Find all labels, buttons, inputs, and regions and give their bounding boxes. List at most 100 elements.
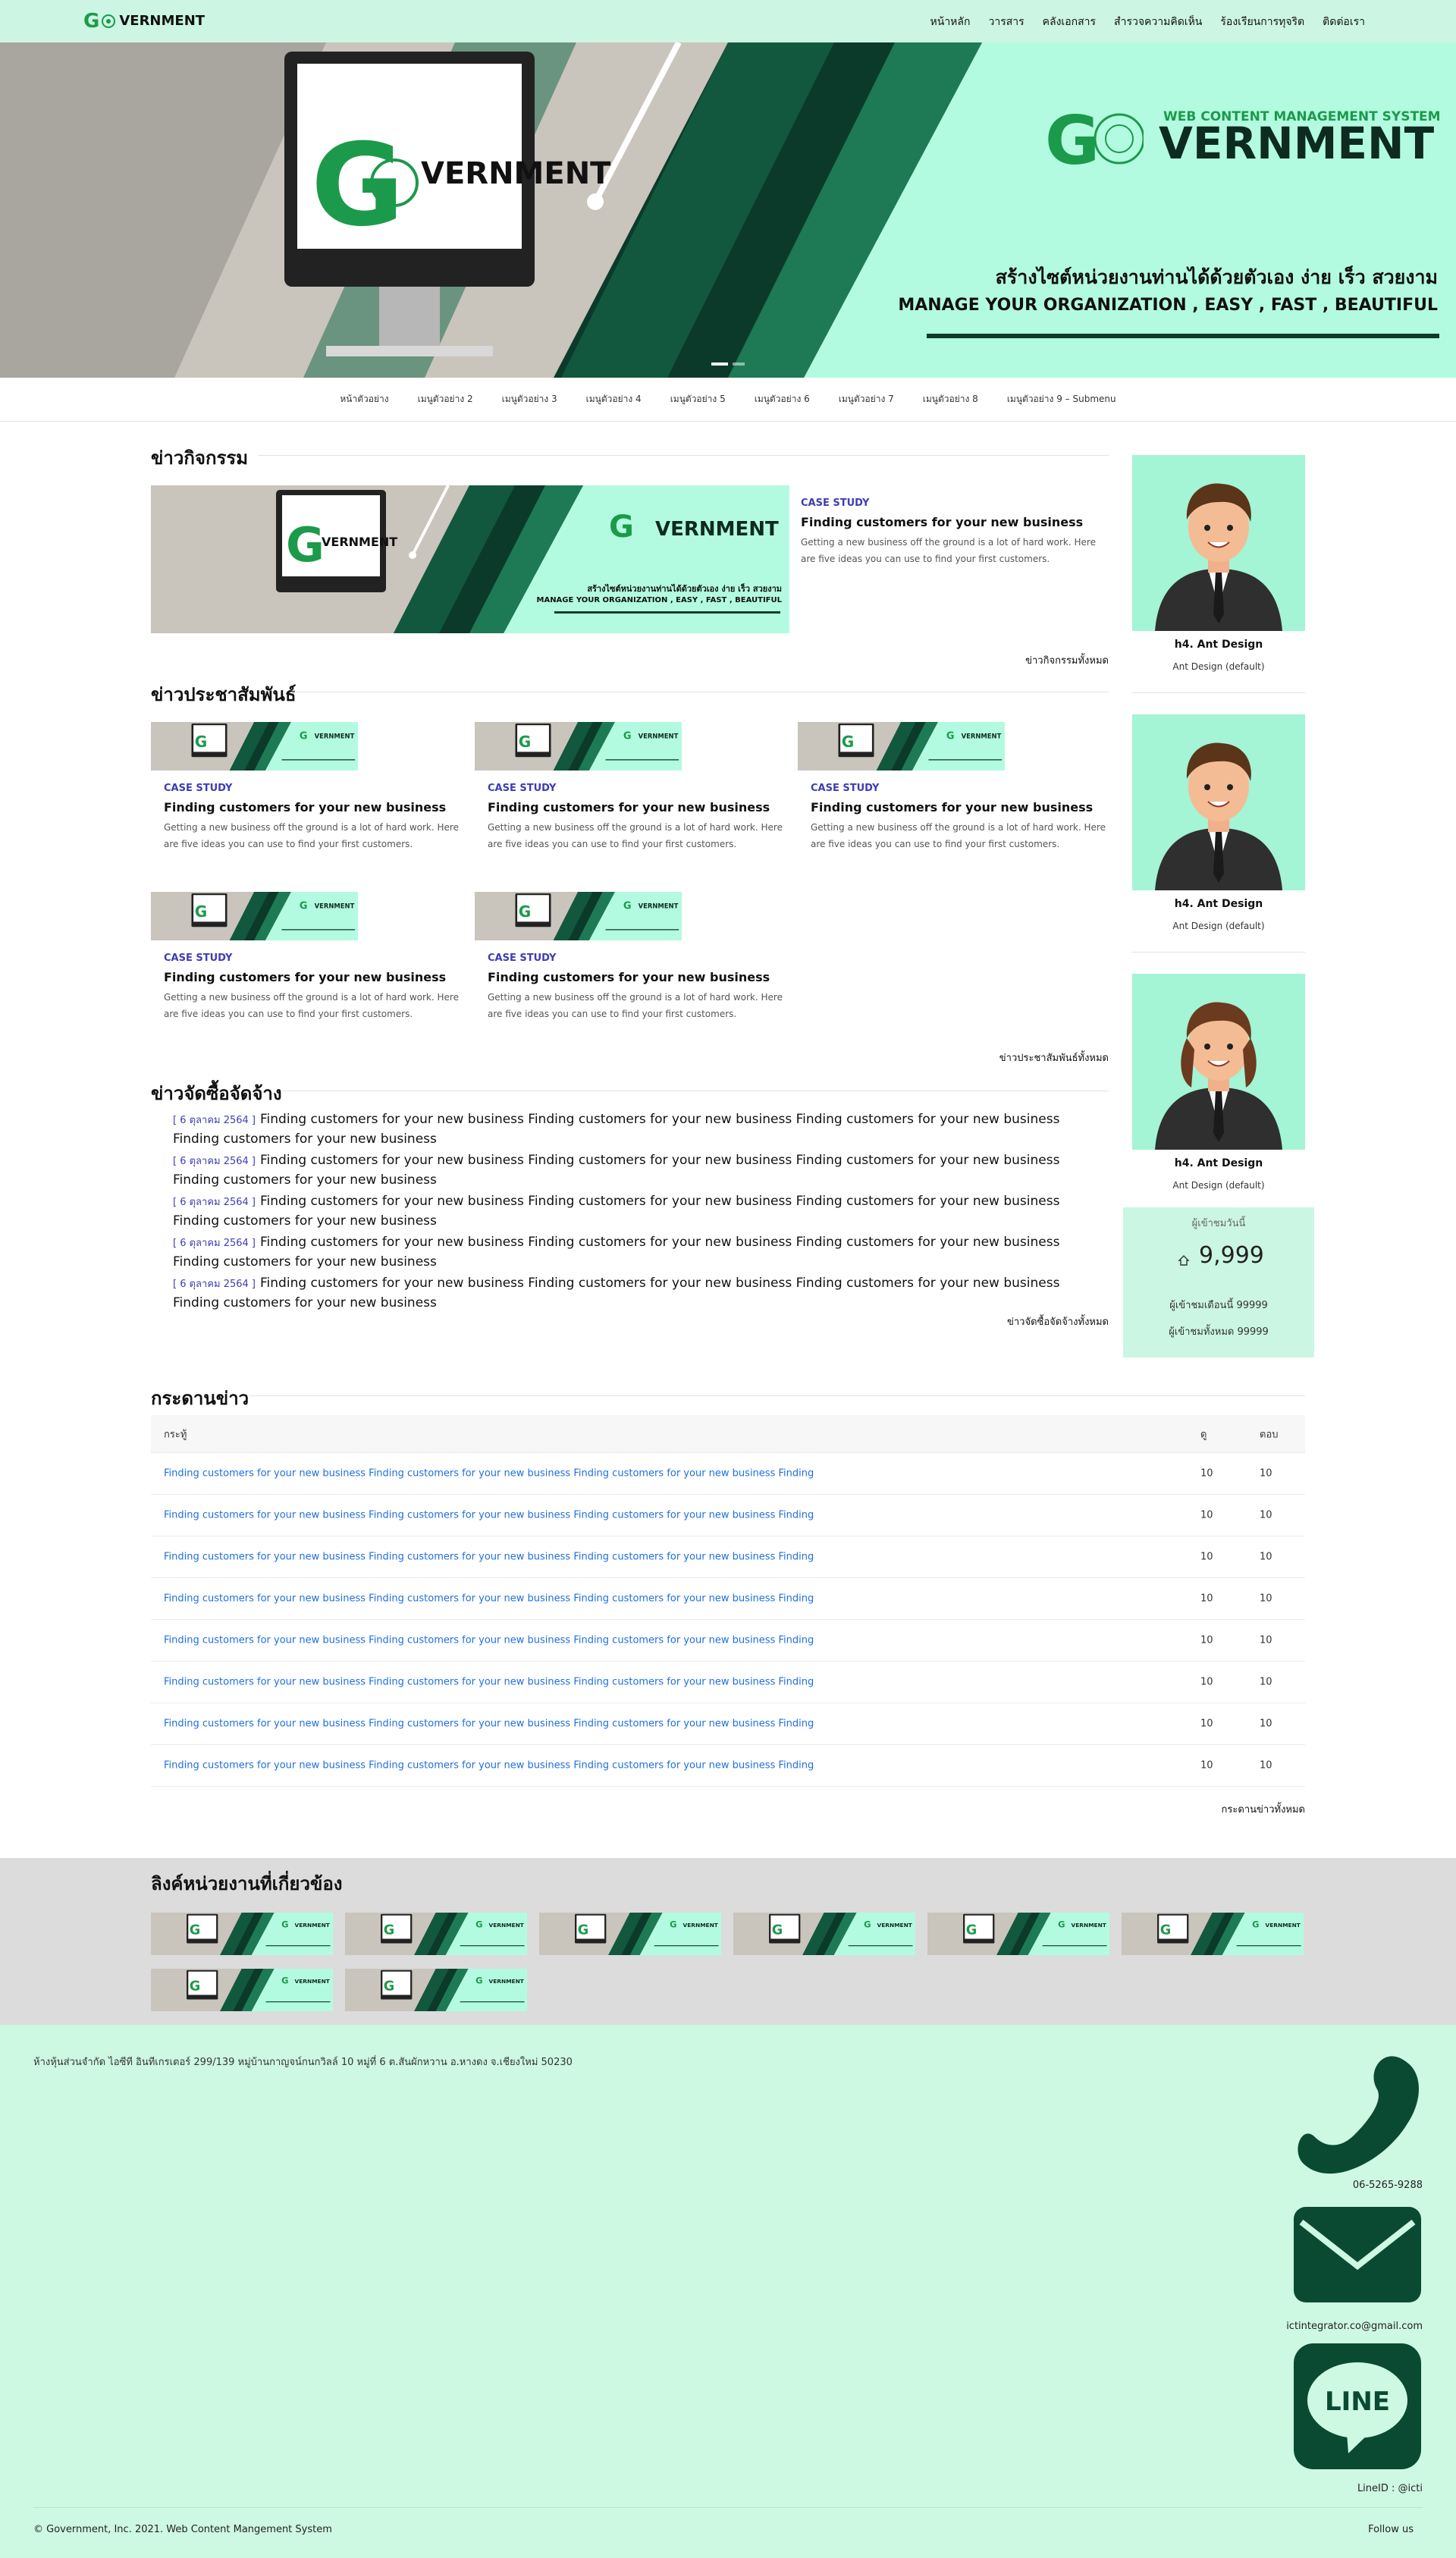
nav-survey[interactable]: สำรวจความคิดเห็น (1114, 14, 1202, 30)
table-row[interactable]: Finding customers for your new business … (151, 1620, 1305, 1662)
topic-link[interactable]: Finding customers for your new business … (164, 1677, 814, 1688)
procurement-text[interactable]: Finding customers for your new business … (173, 1112, 1059, 1147)
card-heading[interactable]: Finding customers for your new business (488, 970, 787, 984)
related-link-banner[interactable]: G G VERNMENT (151, 1969, 333, 2011)
subnav-item-5[interactable]: เมนูตัวอย่าง 5 (670, 392, 726, 406)
procurement-item[interactable]: [ 6 ตุลาคม 2564 ] Finding customers for y… (173, 1151, 1098, 1190)
subnav-item-1[interactable]: หน้าตัวอย่าง (340, 392, 388, 406)
subnav-item-8[interactable]: เมนูตัวอย่าง 8 (923, 392, 978, 406)
table-header: กระทู้ ดู ตอบ (151, 1415, 1305, 1453)
topic-link[interactable]: Finding customers for your new business … (164, 1468, 814, 1480)
table-row[interactable]: Finding customers for your new business … (151, 1703, 1305, 1745)
line-icon[interactable]: LINE (1294, 2343, 1421, 2469)
topic-link[interactable]: Finding customers for your new business … (164, 1510, 814, 1521)
card-heading[interactable]: Finding customers for your new business (164, 800, 463, 814)
svg-text:G: G (623, 900, 632, 912)
activity-image[interactable]: G VERNMENT G VERNMENT สร้างไซต์หน่วยงานท… (151, 485, 789, 633)
related-link-banner[interactable]: G G VERNMENT (733, 1913, 915, 1955)
hero-banner[interactable]: G VERNMENT G WEB CONTENT MANAGEMENT SYST… (0, 42, 1456, 378)
footer-line[interactable]: LineID : @icti (1357, 2483, 1423, 2494)
card-body: Getting a new business off the ground is… (801, 537, 1096, 564)
nav-complaint[interactable]: ร้องเรียนการทุจริต (1220, 14, 1304, 30)
procurement-more-link[interactable]: ข่าวจัดซื้อจัดจ้างทั้งหมด (957, 1314, 1109, 1329)
procurement-item[interactable]: [ 6 ตุลาคม 2564 ] Finding customers for y… (173, 1110, 1098, 1149)
case-label: CASE STUDY (164, 783, 233, 794)
reply-count: 10 (1260, 1634, 1272, 1646)
table-row[interactable]: Finding customers for your new business … (151, 1745, 1305, 1787)
related-link-banner[interactable]: G G VERNMENT (1122, 1913, 1304, 1955)
reply-count: 10 (1260, 1509, 1272, 1521)
footer-divider (33, 2507, 1423, 2508)
pr-card-image[interactable]: G G VERNMENT (475, 722, 682, 771)
nav-contact[interactable]: ติดต่อเรา (1323, 14, 1365, 30)
related-link-banner[interactable]: G G VERNMENT (345, 1969, 527, 2011)
subnav-item-7[interactable]: เมนูตัวอย่าง 7 (839, 392, 894, 406)
table-row[interactable]: Finding customers for your new business … (151, 1495, 1305, 1536)
procurement-text[interactable]: Finding customers for your new business … (173, 1276, 1059, 1310)
pr-card-image[interactable]: G G VERNMENT (151, 722, 358, 771)
site-logo[interactable]: G VERNMENT (83, 10, 205, 33)
topic-link[interactable]: Finding customers for your new business … (164, 1593, 814, 1605)
table-row[interactable]: Finding customers for your new business … (151, 1536, 1305, 1578)
subnav-item-6[interactable]: เมนูตัวอย่าง 6 (755, 392, 810, 406)
carousel-dot-2[interactable] (733, 363, 745, 366)
procurement-item[interactable]: [ 6 ตุลาคม 2564 ] Finding customers for y… (173, 1192, 1098, 1231)
profile-photo[interactable] (1132, 974, 1305, 1150)
nav-documents[interactable]: คลังเอกสาร (1043, 14, 1096, 30)
subnav-item-9[interactable]: เมนูตัวอย่าง 9 – Submenu (1007, 392, 1116, 406)
carousel-dot-1[interactable] (711, 363, 728, 366)
card-heading[interactable]: Finding customers for your new business (811, 800, 1110, 814)
profile-photo[interactable] (1132, 455, 1305, 631)
pr-card-image[interactable]: G G VERNMENT (151, 892, 358, 940)
banner-thumb-image: G G VERNMENT (475, 722, 682, 771)
subnav-item-4[interactable]: เมนูตัวอย่าง 4 (586, 392, 642, 406)
col-views[interactable]: ดู (1200, 1426, 1207, 1442)
case-label: CASE STUDY (811, 783, 880, 794)
monitor-logo-text: VERNMENT (421, 156, 611, 191)
case-label: CASE STUDY (488, 953, 557, 964)
procurement-text[interactable]: Finding customers for your new business … (173, 1235, 1059, 1270)
activities-more-link[interactable]: ข่าวกิจกรรมทั้งหมด (957, 652, 1109, 668)
related-link-banner[interactable]: G G VERNMENT (927, 1913, 1109, 1955)
related-link-banner[interactable]: G G VERNMENT (539, 1913, 721, 1955)
subnav-item-3[interactable]: เมนูตัวอย่าง 3 (502, 392, 557, 406)
topic-link[interactable]: Finding customers for your new business … (164, 1635, 814, 1646)
envelope-icon (1299, 2219, 1416, 2271)
nav-journal[interactable]: วารสาร (988, 14, 1024, 30)
procurement-text[interactable]: Finding customers for your new business … (173, 1194, 1059, 1229)
table-row[interactable]: Finding customers for your new business … (151, 1453, 1305, 1495)
svg-text:VERNMENT: VERNMENT (655, 518, 779, 541)
view-count: 10 (1200, 1509, 1213, 1521)
topic-link[interactable]: Finding customers for your new business … (164, 1552, 814, 1563)
hero-tagline-th: สร้างไซต์หน่วยงานท่านได้ด้วยตัวเอง ง่าย … (995, 266, 1438, 288)
email-icon[interactable] (1294, 2207, 1421, 2302)
pr-card-image[interactable]: G G VERNMENT (475, 892, 682, 940)
procurement-text[interactable]: Finding customers for your new business … (173, 1153, 1059, 1188)
card-heading[interactable]: Finding customers for your new business (801, 515, 1097, 529)
card-heading[interactable]: Finding customers for your new business (488, 800, 787, 814)
related-link-banner[interactable]: G G VERNMENT (345, 1913, 527, 1955)
footer-follow[interactable]: Follow us (1368, 2524, 1414, 2535)
col-topic[interactable]: กระทู้ (164, 1426, 187, 1442)
subnav-item-2[interactable]: เมนูตัวอย่าง 2 (418, 392, 473, 406)
card-heading[interactable]: Finding customers for your new business (164, 970, 463, 984)
sub-nav: หน้าตัวอย่าง เมนูตัวอย่าง 2 เมนูตัวอย่าง… (0, 378, 1456, 422)
phone-icon[interactable] (1294, 2048, 1421, 2175)
pr-card-image[interactable]: G G VERNMENT (798, 722, 1005, 771)
topic-link[interactable]: Finding customers for your new business … (164, 1760, 814, 1772)
profile-photo[interactable] (1132, 714, 1305, 890)
table-row[interactable]: Finding customers for your new business … (151, 1578, 1305, 1620)
svg-text:G: G (519, 733, 532, 751)
related-link-banner[interactable]: G G VERNMENT (151, 1913, 333, 1955)
table-row[interactable]: Finding customers for your new business … (151, 1662, 1305, 1703)
procurement-item[interactable]: [ 6 ตุลาคม 2564 ] Finding customers for y… (173, 1274, 1098, 1313)
footer-phone[interactable]: 06-5265-9288 (1353, 2180, 1423, 2191)
board-more-link[interactable]: กระดานข่าวทั้งหมด (1153, 1801, 1305, 1817)
footer-email[interactable]: ictintegrator.co@gmail.com (1286, 2321, 1423, 2332)
procurement-item[interactable]: [ 6 ตุลาคม 2564 ] Finding customers for y… (173, 1233, 1098, 1272)
topic-link[interactable]: Finding customers for your new business … (164, 1718, 814, 1730)
col-replies[interactable]: ตอบ (1260, 1426, 1279, 1442)
nav-home[interactable]: หน้าหลัก (930, 14, 971, 30)
pr-more-link[interactable]: ข่าวประชาสัมพันธ์ทั้งหมด (957, 1050, 1109, 1066)
banner-thumb-image: G G VERNMENT (927, 1913, 1109, 1955)
